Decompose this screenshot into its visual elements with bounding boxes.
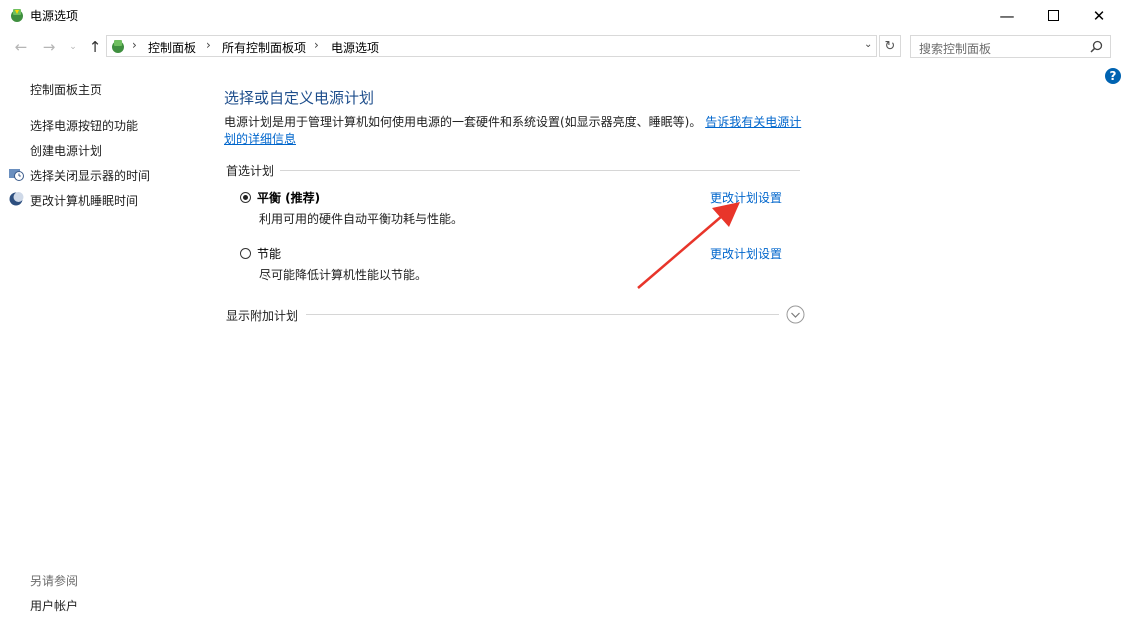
refresh-button[interactable]: ↻ [879,35,901,57]
breadcrumb-separator: › [206,38,211,52]
control-panel-icon [112,40,124,53]
refresh-icon: ↻ [884,38,896,54]
breadcrumb-control-panel[interactable]: 控制面板 [148,39,196,56]
address-dropdown-icon[interactable]: ⌄ [864,39,872,50]
maximize-button[interactable] [1030,0,1076,31]
display-clock-icon [9,169,24,181]
minimize-button[interactable]: — [984,0,1030,31]
display-off-time-link[interactable]: 选择关闭显示器的时间 [30,167,150,184]
balanced-plan-radio[interactable] [240,192,251,203]
breadcrumb-power-options[interactable]: 电源选项 [331,39,379,56]
maximize-icon [1047,10,1059,21]
breadcrumb-separator: › [132,38,137,52]
page-title: 选择或自定义电源计划 [224,89,375,107]
balanced-plan-name[interactable]: 平衡 (推荐) [257,189,320,206]
up-arrow-icon: ↑ [88,38,102,56]
power-options-icon [11,9,23,22]
back-arrow-icon: ← [14,38,28,56]
group-divider [280,170,800,171]
search-icon[interactable] [1090,40,1103,53]
forward-button[interactable]: → [40,38,58,56]
power-saver-plan-name[interactable]: 节能 [257,245,281,262]
close-icon: ✕ [1092,6,1106,25]
description-text: 电源计划是用于管理计算机如何使用电源的一套硬件和系统设置(如显示器亮度、睡眠等)… [224,115,702,129]
balanced-plan-description: 利用可用的硬件自动平衡功耗与性能。 [259,212,464,226]
choose-power-button-link[interactable]: 选择电源按钮的功能 [30,117,138,134]
annotation-arrow [637,202,740,289]
sleep-moon-icon [9,192,24,206]
user-accounts-link[interactable]: 用户帐户 [30,597,78,614]
search-placeholder: 搜索控制面板 [919,42,992,56]
power-saver-plan-radio[interactable] [240,248,251,259]
close-button[interactable]: ✕ [1076,0,1121,31]
up-button[interactable]: ↑ [86,38,104,56]
additional-plans-divider [306,314,779,315]
see-also-heading: 另请参阅 [30,574,79,588]
control-panel-home-link[interactable]: 控制面板主页 [30,81,102,98]
create-power-plan-link[interactable]: 创建电源计划 [30,142,102,159]
chevron-down-icon: ⌄ [69,42,77,52]
preferred-plans-label: 首选计划 [226,164,275,178]
window-title: 电源选项 [30,9,79,23]
back-button[interactable]: ← [12,38,30,56]
power-saver-plan-description: 尽可能降低计算机性能以节能。 [259,268,428,282]
expand-chevron-icon[interactable] [786,305,805,324]
recent-locations-button[interactable]: ⌄ [64,38,82,56]
breadcrumb-separator: › [314,38,319,52]
show-additional-plans-label[interactable]: 显示附加计划 [226,307,298,324]
help-icon[interactable]: ? [1105,68,1121,84]
minimize-icon: — [999,6,1015,25]
breadcrumb-all-items[interactable]: 所有控制面板项 [222,39,306,56]
page-description: 电源计划是用于管理计算机如何使用电源的一套硬件和系统设置(如显示器亮度、睡眠等)… [224,114,804,148]
sleep-time-link[interactable]: 更改计算机睡眠时间 [30,192,138,209]
forward-arrow-icon: → [42,38,56,56]
title-bar [0,0,1121,31]
